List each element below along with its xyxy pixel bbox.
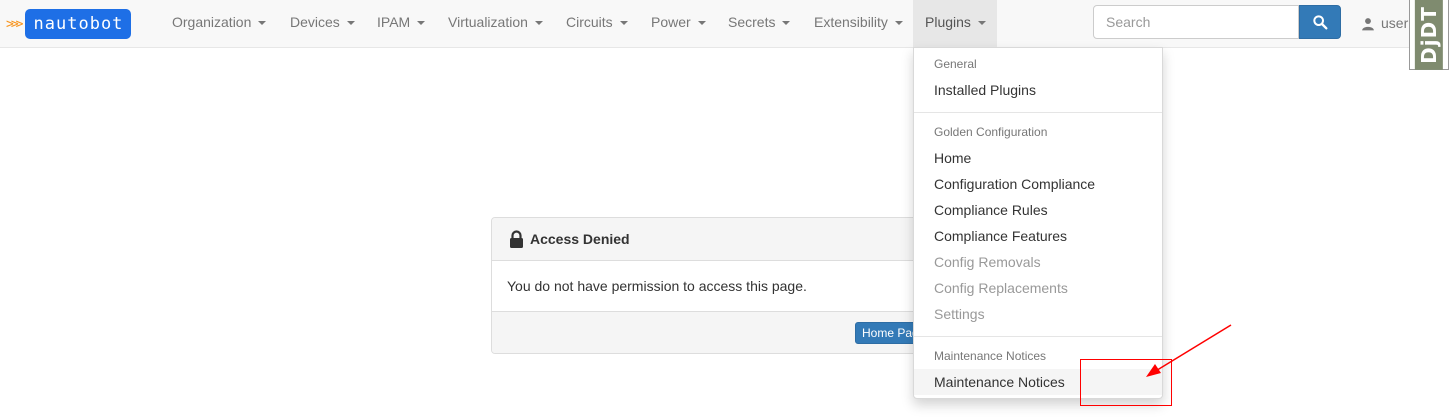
- nav-label: Organization: [172, 14, 252, 30]
- panel-title: Access Denied: [530, 231, 630, 247]
- nav-circuits[interactable]: Circuits: [554, 0, 640, 47]
- menu-header-maintenance-notices: Maintenance Notices: [934, 349, 1047, 363]
- debug-toolbar-label: DjDT: [1415, 0, 1444, 70]
- caret-down-icon: [258, 21, 267, 26]
- menu-item-settings[interactable]: Settings: [914, 301, 1162, 327]
- brand-logo[interactable]: >>> nautobot: [6, 9, 132, 39]
- nav-devices[interactable]: Devices: [278, 0, 367, 47]
- plugins-dropdown-menu: General Installed Plugins Golden Configu…: [913, 47, 1163, 399]
- nav-organization[interactable]: Organization: [160, 0, 278, 47]
- nav-label: Power: [651, 14, 691, 30]
- nav-label: Plugins: [925, 14, 971, 30]
- menu-divider: [914, 336, 1162, 337]
- menu-header-golden-configuration: Golden Configuration: [934, 125, 1048, 139]
- menu-item-compliance-features[interactable]: Compliance Features: [914, 223, 1162, 249]
- caret-down-icon: [619, 21, 628, 26]
- search-input[interactable]: [1093, 5, 1299, 39]
- user-icon: [1362, 18, 1374, 31]
- menu-item-config-replacements[interactable]: Config Replacements: [914, 275, 1162, 301]
- menu-item-config-removals[interactable]: Config Removals: [914, 249, 1162, 275]
- search-button[interactable]: [1299, 5, 1341, 39]
- menu-item-installed-plugins[interactable]: Installed Plugins: [914, 77, 1162, 103]
- brand-chevrons: >>>: [6, 16, 24, 32]
- nav-extensibility[interactable]: Extensibility: [802, 0, 915, 47]
- search-icon: [1313, 15, 1328, 30]
- nav-secrets[interactable]: Secrets: [716, 0, 802, 47]
- lock-icon: [510, 230, 523, 248]
- nav-label: IPAM: [377, 14, 411, 30]
- annotation-arrow-icon: [1146, 324, 1232, 377]
- panel-heading: Access Denied: [492, 218, 970, 261]
- nav-label: Devices: [290, 14, 340, 30]
- menu-item-golden-home[interactable]: Home: [914, 145, 1162, 171]
- user-menu[interactable]: user: [1361, 0, 1408, 47]
- nav-label: Extensibility: [814, 14, 888, 30]
- caret-down-icon: [346, 21, 355, 26]
- caret-down-icon: [417, 21, 426, 26]
- debug-toolbar-handle[interactable]: DjDT: [1409, 0, 1449, 70]
- nav-plugins[interactable]: Plugins: [913, 0, 997, 47]
- permission-message: You do not have permission to access thi…: [507, 278, 807, 294]
- menu-divider: [914, 112, 1162, 113]
- menu-header-general: General: [934, 57, 977, 71]
- nav-ipam[interactable]: IPAM: [365, 0, 437, 47]
- caret-down-icon: [534, 21, 543, 26]
- panel-body: You do not have permission to access thi…: [492, 261, 970, 312]
- nav-virtualization[interactable]: Virtualization: [436, 0, 555, 47]
- menu-item-compliance-rules[interactable]: Compliance Rules: [914, 197, 1162, 223]
- brand-name: nautobot: [25, 9, 132, 39]
- nav-power[interactable]: Power: [639, 0, 718, 47]
- caret-down-icon: [782, 21, 791, 26]
- nav-label: Secrets: [728, 14, 776, 30]
- panel-footer: Home Page: [492, 312, 970, 353]
- access-denied-panel: Access Denied You do not have permission…: [491, 217, 971, 354]
- caret-down-icon: [697, 21, 706, 26]
- menu-item-configuration-compliance[interactable]: Configuration Compliance: [914, 171, 1162, 197]
- caret-down-icon: [977, 21, 986, 26]
- top-navbar: >>> nautobot Organization Devices IPAM V…: [0, 0, 1449, 48]
- nav-label: Virtualization: [448, 14, 528, 30]
- user-label: user: [1381, 15, 1409, 31]
- caret-down-icon: [894, 21, 903, 26]
- nav-label: Circuits: [566, 14, 613, 30]
